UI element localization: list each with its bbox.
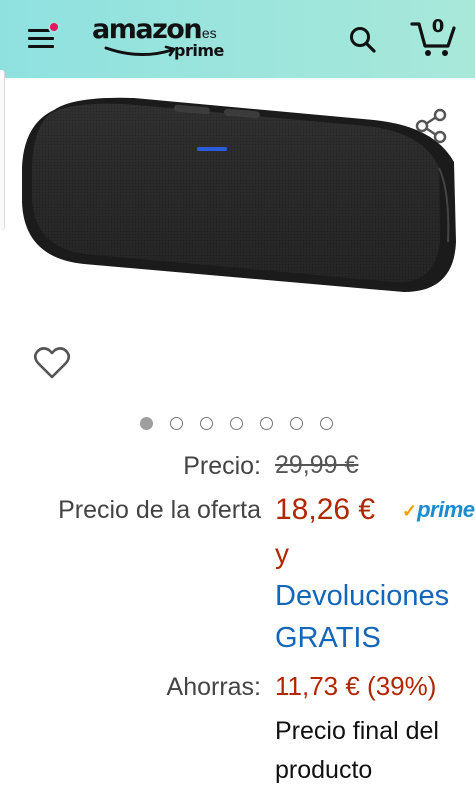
menu-icon: [28, 29, 50, 32]
amazon-prime-logo[interactable]: amazon .es prime: [92, 14, 232, 64]
list-price-value: 29,99 €: [275, 451, 359, 479]
carousel-dot[interactable]: [260, 417, 273, 430]
carousel-dot[interactable]: [320, 417, 333, 430]
prime-check-icon: ✓: [402, 501, 418, 521]
savings-label: Ahorras:: [166, 673, 261, 701]
list-price-label: Precio:: [183, 452, 261, 480]
wishlist-button[interactable]: [32, 345, 72, 381]
menu-icon-bar: [28, 37, 54, 40]
search-icon: [350, 27, 376, 53]
heart-icon: [33, 347, 71, 379]
share-icon: [415, 108, 447, 144]
carousel-dot[interactable]: [170, 417, 183, 430]
cart-count: 0: [431, 16, 445, 37]
share-button[interactable]: [412, 106, 452, 146]
savings-value: 11,73 € (39%): [275, 671, 437, 701]
carousel-dot[interactable]: [140, 417, 153, 430]
top-header: amazon .es prime 0: [0, 0, 475, 78]
product-image[interactable]: [14, 92, 464, 302]
free-returns-link-line2[interactable]: GRATIS: [275, 622, 381, 655]
side-drawer-edge[interactable]: [0, 70, 5, 230]
deal-price-label: Precio de la oferta: [58, 496, 261, 524]
carousel-dot[interactable]: [200, 417, 213, 430]
conjunction-text: y: [275, 538, 289, 569]
menu-icon-bar: [28, 45, 54, 48]
image-carousel-dots: [140, 417, 350, 431]
logo-smile-icon: [104, 45, 176, 57]
cart-button[interactable]: 0: [410, 16, 458, 58]
notification-dot: [48, 21, 60, 33]
logo-prime: prime: [174, 41, 224, 60]
carousel-dot[interactable]: [290, 417, 303, 430]
final-price-note-line2: producto: [275, 756, 373, 784]
free-returns-link[interactable]: Devoluciones: [275, 580, 449, 613]
deal-price-value: 18,26 €: [275, 493, 376, 526]
prime-text: prime: [417, 497, 475, 522]
search-button[interactable]: [348, 25, 378, 55]
final-price-note: Precio final del: [275, 717, 439, 745]
prime-badge[interactable]: ✓prime: [402, 497, 475, 523]
menu-button[interactable]: [26, 21, 60, 54]
carousel-dot[interactable]: [230, 417, 243, 430]
logo-domain: .es: [198, 25, 217, 41]
